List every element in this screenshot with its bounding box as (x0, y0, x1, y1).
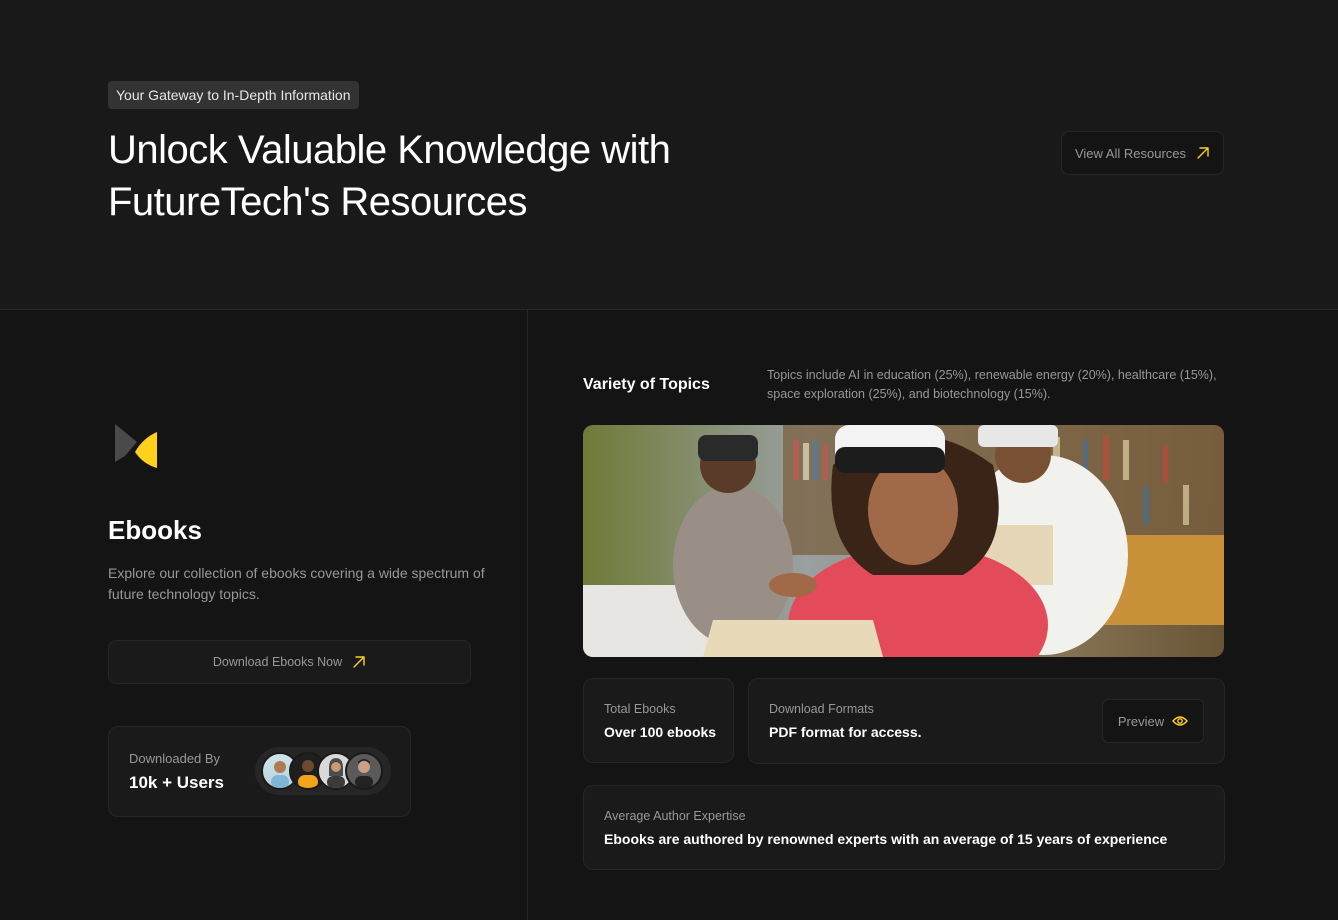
ebook-logo-icon (115, 424, 157, 468)
user-avatars (255, 747, 391, 795)
topics-description: Topics include AI in education (25%), re… (767, 368, 1217, 401)
preview-button[interactable]: Preview (1102, 699, 1204, 743)
author-expertise-value: Ebooks are authored by renowned experts … (604, 831, 1168, 847)
hero-title: Unlock Valuable Knowledge with FutureTec… (108, 124, 808, 228)
view-all-resources-label: View All Resources (1074, 145, 1187, 161)
avatar (345, 752, 383, 790)
ebooks-title: Ebooks (108, 515, 202, 545)
download-formats-card: Download Formats PDF format for access. … (748, 678, 1225, 764)
column-divider (527, 310, 528, 920)
downloaded-by-label: Downloaded By (129, 751, 221, 766)
total-ebooks-label: Total Ebooks (604, 702, 676, 716)
author-expertise-card: Average Author Expertise Ebooks are auth… (583, 785, 1225, 870)
hero-title-line2: FutureTech's Resources (108, 180, 528, 224)
hero-section: Your Gateway to In-Depth Information Unl… (0, 0, 1338, 310)
total-ebooks-value: Over 100 ebooks (604, 724, 717, 740)
arrow-up-right-icon (1197, 147, 1209, 159)
eye-icon (1172, 716, 1189, 726)
hero-title-line1: Unlock Valuable Knowledge with (108, 128, 671, 172)
ebooks-description: Explore our collection of ebooks coverin… (108, 565, 485, 602)
view-all-resources-button[interactable]: View All Resources (1061, 131, 1224, 175)
topics-title: Variety of Topics (583, 376, 710, 393)
preview-label: Preview (1117, 713, 1165, 729)
downloaded-by-value: 10k + Users (129, 773, 224, 792)
downloaded-by-card: Downloaded By 10k + Users (108, 726, 411, 817)
arrow-up-right-icon (353, 656, 365, 668)
author-expertise-label: Average Author Expertise (604, 809, 746, 823)
vr-classroom-image (583, 425, 1224, 657)
download-ebooks-button[interactable]: Download Ebooks Now (108, 640, 471, 684)
download-ebooks-label: Download Ebooks Now (212, 655, 343, 669)
download-formats-value: PDF format for access. (769, 724, 922, 740)
download-formats-label: Download Formats (769, 702, 874, 716)
total-ebooks-card: Total Ebooks Over 100 ebooks (583, 678, 734, 763)
hero-tagline: Your Gateway to In-Depth Information (108, 81, 359, 109)
